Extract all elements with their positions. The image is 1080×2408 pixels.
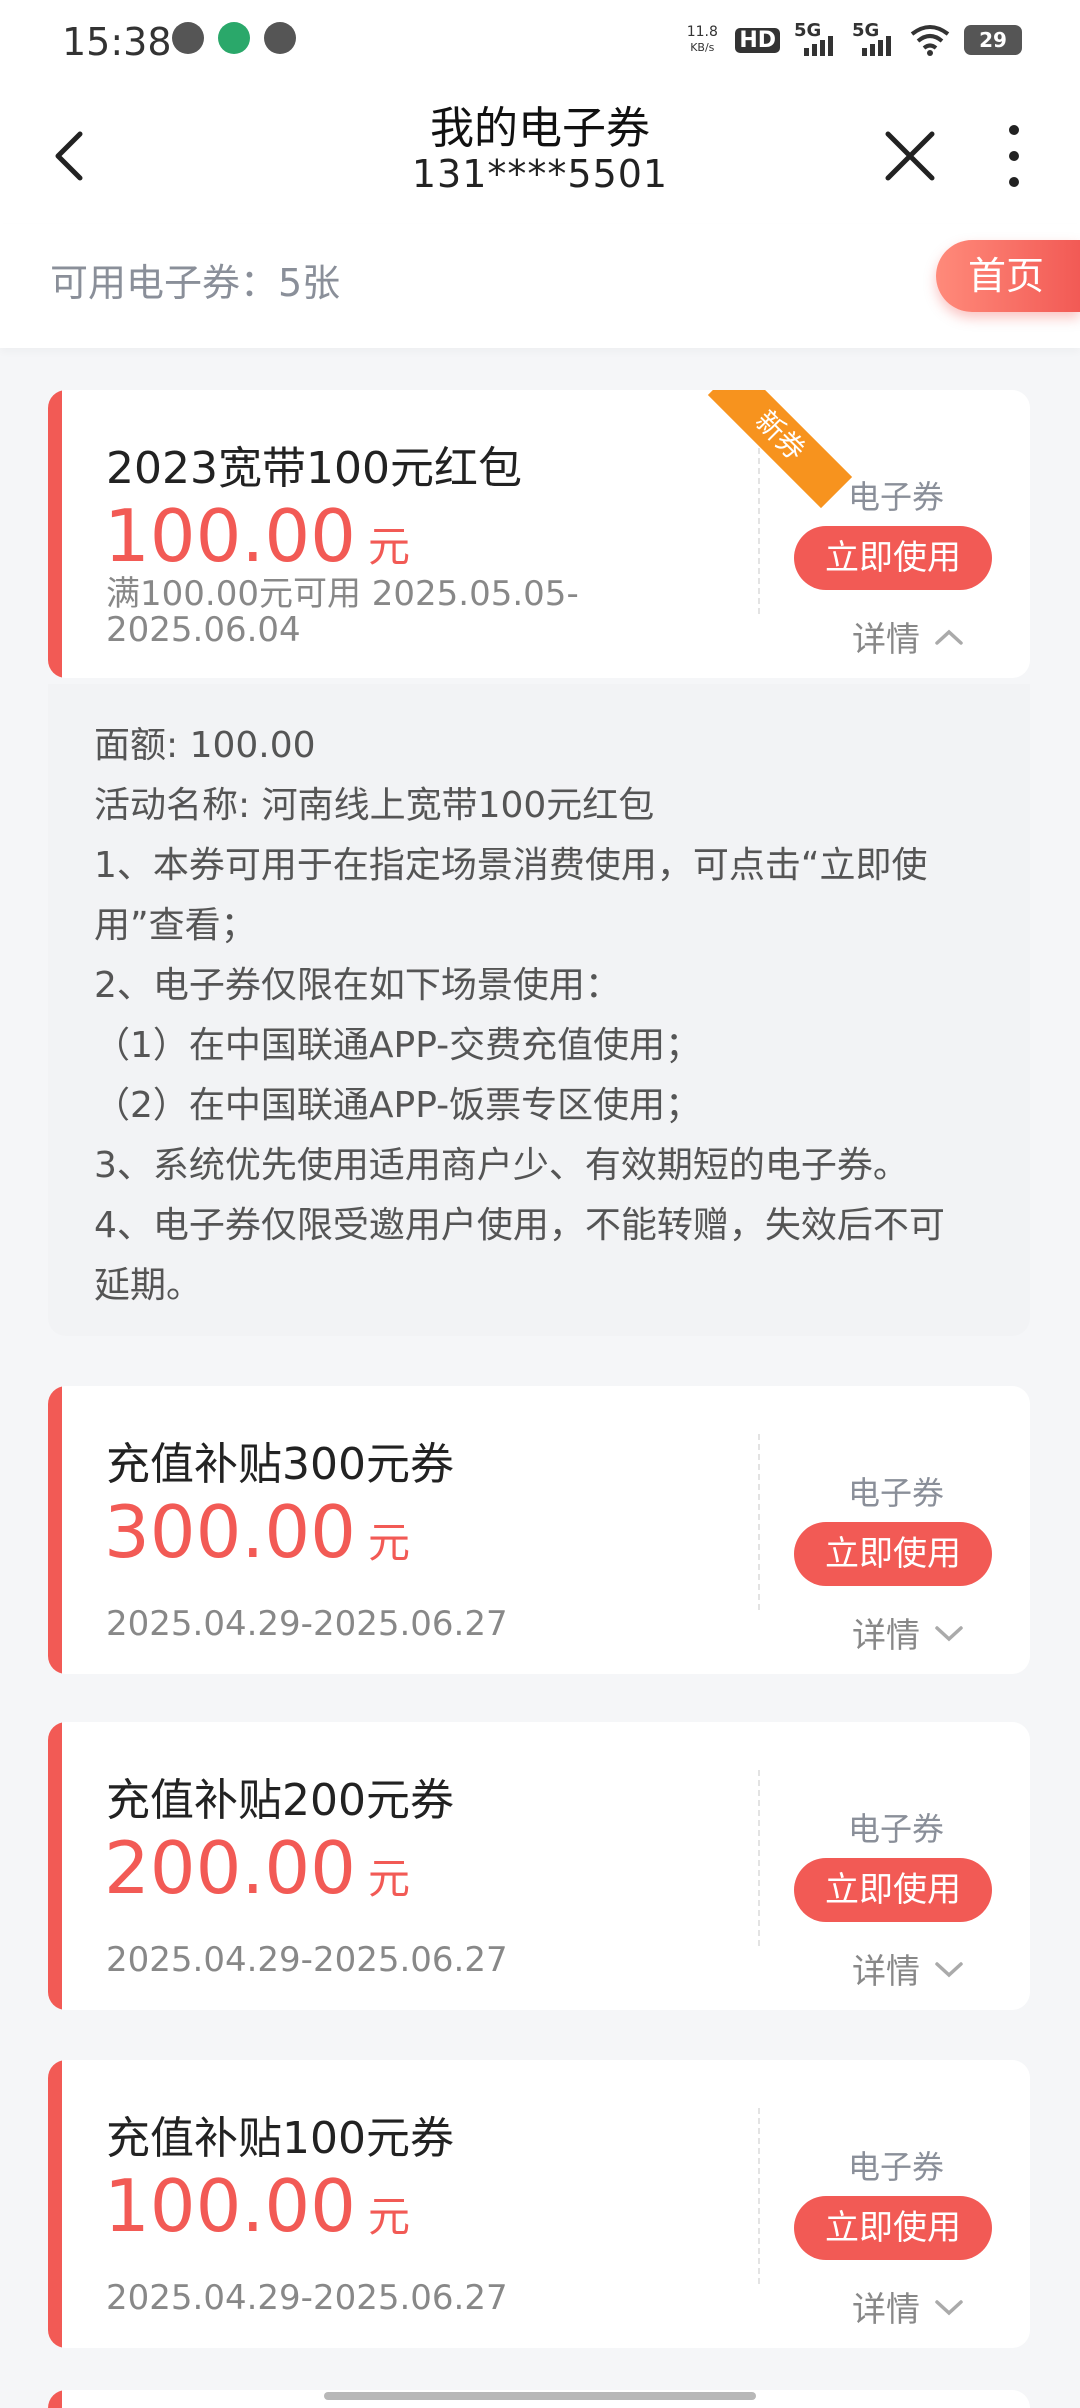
card-accent-stripe	[48, 1386, 62, 1674]
coupon-validity: 2025.04.29-2025.06.27	[106, 1940, 508, 1980]
details-line: 用”查看；	[94, 905, 257, 946]
page-header: 我的电子券 131****5501	[0, 84, 1080, 224]
details-label: 详情	[852, 1616, 920, 1656]
details-toggle[interactable]: 详情	[852, 1608, 964, 1657]
status-bar: 15:38 11.8 KB/s HD 5G 5G 29	[0, 0, 1080, 84]
coupon-card: 2023宽带100元红包 100.00 元 满100.00元可用 2025.05.…	[48, 390, 1030, 678]
coupon-validity: 2025.04.29-2025.06.27	[106, 1604, 508, 1644]
amount-unit: 元	[367, 1854, 410, 1903]
details-line: （1）在中国联通APP-交费充值使用；	[94, 1025, 702, 1066]
amount-unit: 元	[367, 2192, 410, 2241]
amount-unit: 元	[367, 1518, 410, 1567]
coupon-validity: 2025.04.29-2025.06.27	[106, 2278, 508, 2318]
card-divider	[758, 1434, 760, 1610]
badge-label: 新券	[707, 390, 853, 509]
card-accent-stripe	[48, 2060, 62, 2348]
coupon-name: 充值补贴100元券	[106, 2113, 454, 2164]
card-divider	[758, 2108, 760, 2284]
amount-value: 100.00	[104, 494, 356, 578]
close-icon[interactable]	[880, 116, 940, 196]
details-label: 详情	[852, 1952, 920, 1992]
battery-icon: 29	[964, 25, 1022, 55]
hd-icon: HD	[735, 27, 780, 53]
use-now-button[interactable]: 立即使用	[794, 2196, 992, 2260]
card-accent-stripe	[48, 1722, 62, 2010]
coupon-name: 充值补贴300元券	[106, 1439, 454, 1490]
coupon-name: 2023宽带100元红包	[106, 443, 522, 494]
details-line: 1、本券可用于在指定场景消费使用，可点击“立即使	[94, 845, 928, 886]
coupon-type: 电子券	[848, 1474, 945, 1512]
details-line: （2）在中国联通APP-饭票专区使用；	[94, 1085, 702, 1126]
chevron-down-icon	[935, 1961, 963, 1977]
net-speed-unit: KB/s	[690, 41, 715, 54]
coupon-card: 充值补贴100元券 100.00 元 2025.04.29-2025.06.27 …	[48, 2060, 1030, 2348]
card-accent-stripe	[48, 390, 62, 678]
coupon-name: 充值补贴200元券	[106, 1775, 454, 1826]
coupon-amount: 200.00 元	[104, 1826, 410, 1910]
details-line: 2、电子券仅限在如下场景使用：	[94, 965, 621, 1006]
more-options-icon[interactable]	[994, 114, 1034, 194]
signal-icon: 5G	[794, 20, 838, 58]
chevron-down-icon	[935, 2299, 963, 2315]
coupon-details-panel: 面额: 100.00 活动名称: 河南线上宽带100元红包 1、本券可用于在指定…	[48, 684, 1030, 1336]
details-line: 活动名称: 河南线上宽带100元红包	[94, 785, 655, 826]
details-line: 延期。	[94, 1265, 203, 1306]
amount-unit: 元	[367, 522, 410, 571]
wifi-icon	[910, 25, 950, 56]
card-divider	[758, 1770, 760, 1946]
card-accent-stripe	[48, 2390, 62, 2408]
coupon-amount: 100.00 元	[104, 2164, 410, 2248]
available-count: 可用电子券：5张	[50, 261, 341, 305]
notification-icons	[172, 22, 296, 54]
details-line: 3、系统优先使用适用商户少、有效期短的电子券。	[94, 1145, 909, 1186]
wechat-icon	[172, 22, 204, 54]
coupon-type: 电子券	[848, 478, 945, 516]
coupon-type: 电子券	[848, 2148, 945, 2186]
details-label: 详情	[852, 2290, 920, 2330]
details-line: 面额: 100.00	[94, 725, 316, 766]
amount-value: 100.00	[104, 2164, 356, 2248]
new-coupon-badge: 新券	[688, 390, 858, 509]
app-notification-icon	[218, 22, 250, 54]
coupon-summary: 可用电子券：5张 首页	[0, 224, 1080, 348]
use-now-button[interactable]: 立即使用	[794, 526, 992, 590]
coupon-card: 充值补贴200元券 200.00 元 2025.04.29-2025.06.27 …	[48, 1722, 1030, 2010]
use-now-button[interactable]: 立即使用	[794, 1522, 992, 1586]
status-time: 15:38	[62, 20, 172, 64]
net-speed-value: 11.8	[686, 24, 718, 40]
coupon-amount: 300.00 元	[104, 1490, 410, 1574]
chevron-down-icon	[935, 1625, 963, 1641]
home-button[interactable]: 首页	[936, 240, 1080, 312]
details-toggle[interactable]: 详情	[852, 612, 964, 661]
details-label: 详情	[852, 620, 920, 660]
signal-icon-2: 5G	[852, 20, 896, 58]
details-line: 4、电子券仅限受邀用户使用，不能转赠，失效后不可	[94, 1205, 945, 1246]
chevron-up-icon	[935, 629, 963, 645]
amount-value: 200.00	[104, 1826, 356, 1910]
coupon-amount: 100.00 元	[104, 494, 410, 578]
status-indicators: 11.8 KB/s HD 5G 5G 29	[683, 20, 1022, 58]
details-toggle[interactable]: 详情	[852, 1944, 964, 1993]
details-toggle[interactable]: 详情	[852, 2282, 964, 2331]
home-indicator[interactable]	[324, 2392, 756, 2400]
net-speed: 11.8 KB/s	[683, 25, 721, 55]
use-now-button[interactable]: 立即使用	[794, 1858, 992, 1922]
coupon-type: 电子券	[848, 1810, 945, 1848]
app-notification-icon-2	[264, 22, 296, 54]
coupon-validity: 满100.00元可用 2025.05.05-2025.06.04	[106, 574, 579, 650]
coupon-card: 充值补贴300元券 300.00 元 2025.04.29-2025.06.27 …	[48, 1386, 1030, 1674]
amount-value: 300.00	[104, 1490, 356, 1574]
